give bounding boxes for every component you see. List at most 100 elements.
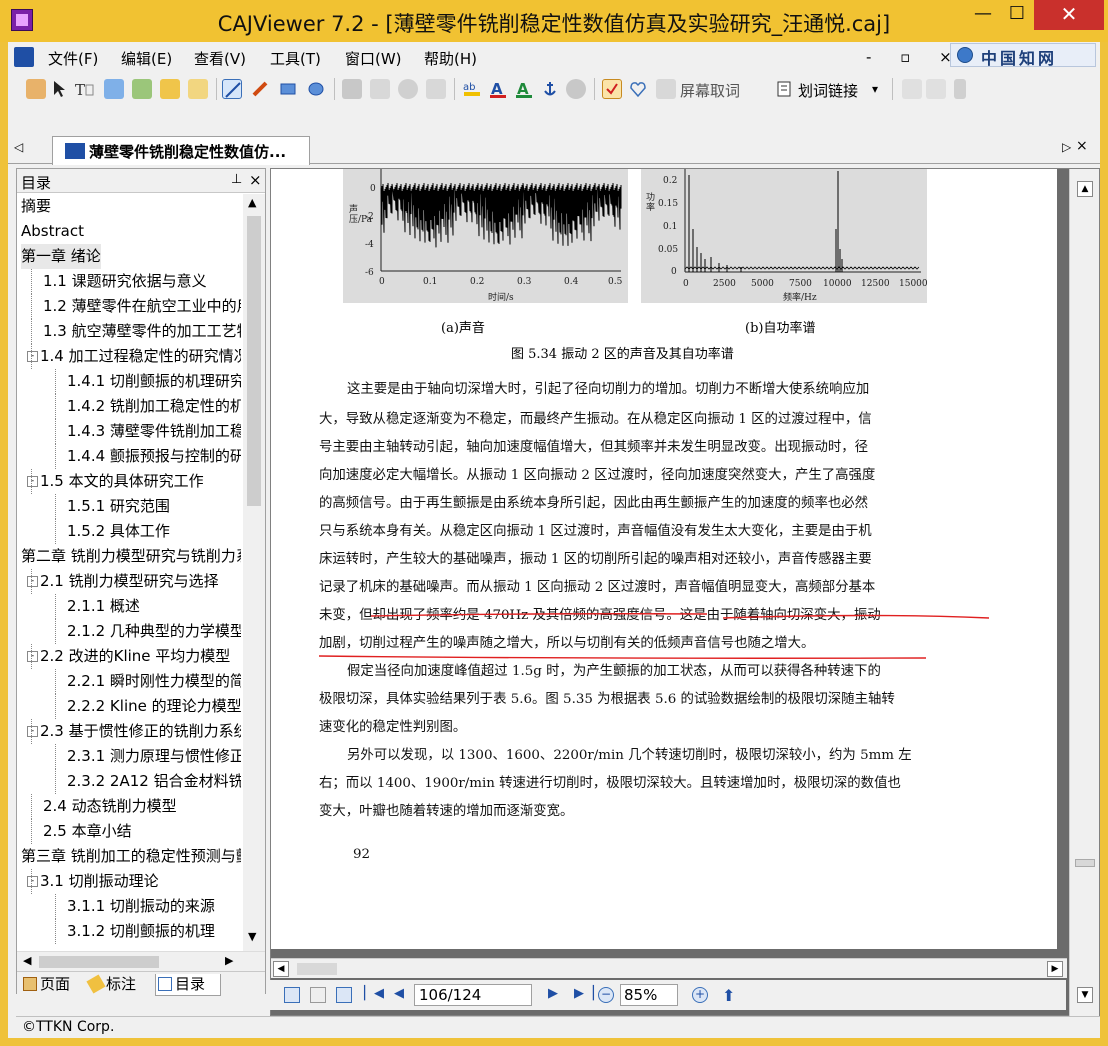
gear-icon[interactable] (398, 79, 418, 99)
pencil-icon[interactable] (250, 79, 270, 99)
toc-item[interactable]: 第二章 铣削力模型研究与铣削力系 (21, 544, 241, 569)
scroll-down-icon[interactable]: ▼ (248, 930, 256, 943)
scroll-up-icon[interactable]: ▲ (248, 196, 256, 209)
toc-item[interactable]: 第一章 绪论 (21, 244, 101, 269)
toc-item[interactable]: 3.1.2 切削颤振的机理 (55, 919, 215, 944)
bookmark-icon[interactable] (566, 79, 586, 99)
scroll-thumb[interactable] (1075, 859, 1095, 867)
rotate-up-icon[interactable]: ⬆ (722, 986, 735, 1005)
continuous-view-icon[interactable] (310, 987, 326, 1003)
tab-prev-arrow-icon[interactable]: ◁ (14, 140, 23, 154)
next-page-icon[interactable]: ▶ (548, 986, 558, 1001)
toolbar-overflow-icon[interactable] (954, 79, 966, 99)
toc-item[interactable]: 2.2.1 瞬时刚性力模型的简 (55, 669, 241, 694)
toc-item[interactable]: -2.3 基于惯性修正的铣削力系统 (27, 719, 241, 744)
scroll-thumb[interactable] (39, 956, 159, 968)
toc-item[interactable]: 1.4.3 薄壁零件铣削加工稳 (55, 419, 241, 444)
underline-icon[interactable]: A (514, 79, 534, 99)
toc-item[interactable]: 1.2 薄壁零件在航空工业中的用 (31, 294, 241, 319)
toc-item[interactable]: -2.2 改进的Kline 平均力模型 (27, 644, 230, 669)
page-number-input[interactable] (414, 984, 532, 1006)
collapse-icon[interactable]: - (27, 476, 38, 487)
rectangle-tool-icon[interactable] (278, 79, 298, 99)
close-button[interactable]: ✕ (1034, 0, 1104, 30)
select-arrow-icon[interactable] (52, 79, 66, 99)
toc-item[interactable]: 1.1 课题研究依据与意义 (31, 269, 207, 294)
snapshot-icon[interactable] (132, 79, 152, 99)
scroll-left-icon[interactable]: ◀ (273, 961, 289, 977)
document-tab[interactable]: 薄壁零件铣削稳定性数值仿... (52, 136, 310, 165)
toc-item[interactable]: 2.3.1 测力原理与惯性修正 (55, 744, 241, 769)
pin-icon[interactable]: ⊥ (231, 172, 242, 187)
toc-item[interactable]: -3.1 切削振动理论 (27, 869, 159, 894)
word-link-label[interactable]: 划词链接 (798, 80, 858, 101)
toc-item[interactable]: 2.1.2 几种典型的力学模型 (55, 619, 241, 644)
toc-vertical-scrollbar[interactable]: ▲ ▼ (243, 194, 265, 951)
image-select-icon[interactable] (104, 79, 124, 99)
play-icon[interactable] (902, 79, 922, 99)
note-icon[interactable] (188, 79, 208, 99)
collapse-icon[interactable]: - (27, 876, 38, 887)
toc-item[interactable]: 摘要 (21, 194, 51, 219)
collapse-icon[interactable]: - (27, 576, 38, 587)
two-page-view-icon[interactable] (336, 987, 352, 1003)
collapse-icon[interactable]: - (27, 726, 38, 737)
document-viewport[interactable]: 0 -2 -4 -6 声压/Pa 0 0.1 0.2 0.3 0.4 0.5 时… (270, 168, 1100, 1017)
document-horizontal-scrollbar[interactable]: ◀ ▶ (271, 958, 1067, 978)
toc-item[interactable]: Abstract (21, 219, 84, 244)
collapse-icon[interactable]: - (27, 651, 38, 662)
toc-item[interactable]: -1.4 加工过程稳定性的研究情况 (27, 344, 241, 369)
toc-horizontal-scrollbar[interactable]: ◀ ▶ (17, 951, 265, 971)
toc-item[interactable]: 2.4 动态铣削力模型 (31, 794, 177, 819)
zoom-in-icon[interactable]: + (692, 987, 708, 1003)
menu-edit[interactable]: 编辑(E) (121, 48, 172, 69)
tab-toc[interactable]: 目录 (155, 974, 221, 996)
first-page-icon[interactable]: ▏◀ (364, 986, 384, 1001)
single-page-view-icon[interactable] (284, 987, 300, 1003)
text-select-icon[interactable]: T (74, 79, 94, 99)
hand-tool-icon[interactable] (26, 79, 46, 99)
prev-page-icon[interactable]: ◀ (394, 986, 404, 1001)
menu-view[interactable]: 查看(V) (194, 48, 246, 69)
menu-file[interactable]: 文件(F) (48, 48, 98, 69)
eraser-icon[interactable] (342, 79, 362, 99)
menu-help[interactable]: 帮助(H) (424, 48, 477, 69)
screen-translate-icon[interactable] (656, 79, 676, 99)
tab-next-arrow-icon[interactable]: ▷ (1062, 140, 1071, 154)
document-vertical-scrollbar[interactable]: ▲ ▼ (1069, 169, 1099, 1017)
toc-item[interactable]: 3.1.1 切削振动的来源 (55, 894, 215, 919)
toc-item[interactable]: 2.2.2 Kline 的理论力模型 (55, 694, 241, 719)
zoom-out-icon[interactable]: − (598, 987, 614, 1003)
anchor-icon[interactable] (540, 79, 560, 99)
word-link-icon[interactable] (776, 79, 792, 99)
toc-item[interactable]: 第三章 铣削加工的稳定性预测与颤 (21, 844, 241, 869)
scroll-down-icon[interactable]: ▼ (1077, 987, 1093, 1003)
checkbox-tool-icon[interactable] (602, 79, 622, 99)
collapse-icon[interactable]: - (27, 351, 38, 362)
scroll-right-icon[interactable]: ▶ (225, 954, 233, 967)
scroll-thumb[interactable] (247, 216, 261, 506)
screen-translate-label[interactable]: 屏幕取词 (680, 80, 740, 101)
scroll-right-icon[interactable]: ▶ (1047, 961, 1063, 977)
panel-close-icon[interactable]: × (249, 171, 262, 189)
toc-item[interactable]: 1.4.2 铣削加工稳定性的机 (55, 394, 241, 419)
tab-pages[interactable]: 页面 (21, 974, 83, 996)
toc-item[interactable]: 2.5 本章小结 (31, 819, 132, 844)
menu-window[interactable]: 窗口(W) (345, 48, 402, 69)
toc-item[interactable]: -1.5 本文的具体研究工作 (27, 469, 204, 494)
font-color-icon[interactable]: A (488, 79, 508, 99)
toc-item[interactable]: 1.3 航空薄壁零件的加工工艺特 (31, 319, 241, 344)
ellipse-tool-icon[interactable] (306, 79, 326, 99)
highlight-icon[interactable] (160, 79, 180, 99)
document-icon[interactable] (14, 47, 34, 67)
tab-annotations[interactable]: 标注 (86, 974, 153, 996)
word-link-dropdown[interactable]: ▾ (872, 82, 878, 96)
scroll-left-icon[interactable]: ◀ (23, 954, 31, 967)
spell-check-icon[interactable]: ab (462, 79, 482, 99)
scroll-thumb[interactable] (297, 963, 337, 975)
toc-item[interactable]: 1.5.1 研究范围 (55, 494, 170, 519)
line-tool-icon[interactable] (222, 79, 242, 99)
tab-close-icon[interactable]: × (1076, 138, 1088, 154)
last-page-icon[interactable]: ▶▕ (574, 986, 594, 1001)
stamp-icon[interactable] (370, 79, 390, 99)
